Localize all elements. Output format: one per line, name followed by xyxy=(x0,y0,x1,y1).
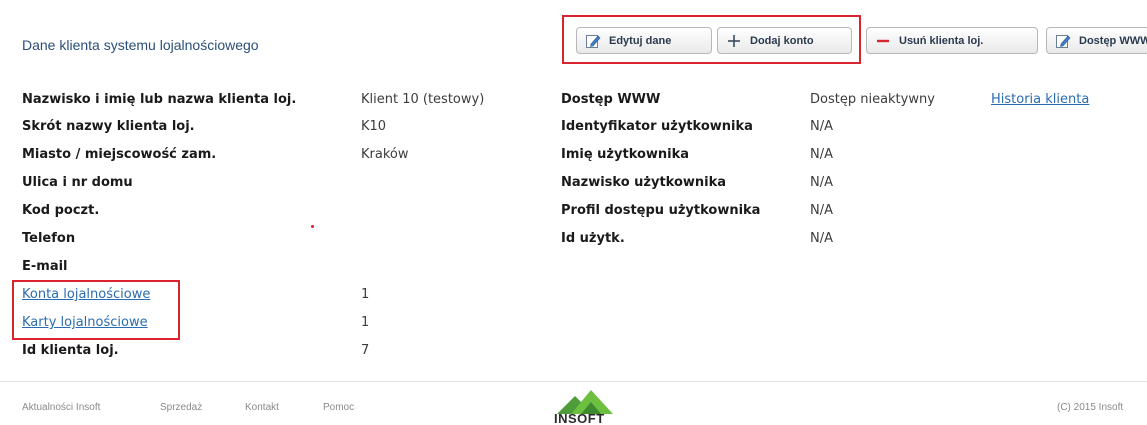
edit-data-label: Edytuj dane xyxy=(609,34,672,47)
client-email-label: E-mail xyxy=(22,259,68,274)
client-name-label: Nazwisko i imię lub nazwa klienta loj. xyxy=(22,92,297,107)
client-short-label: Skrót nazwy klienta loj. xyxy=(22,119,195,134)
client-city-value: Kraków xyxy=(361,147,409,162)
footer-sales-link[interactable]: Sprzedaż xyxy=(160,402,202,413)
edit-data-button[interactable]: Edytuj dane xyxy=(576,27,712,54)
user-profile-value: N/A xyxy=(810,203,833,218)
insoft-logo-text: INSOFT xyxy=(554,411,605,425)
page-title: Dane klienta systemu lojalnościowego xyxy=(22,37,259,53)
user-id-value: N/A xyxy=(810,119,833,134)
client-id-value: 7 xyxy=(361,343,370,358)
www-access-button[interactable]: Dostęp WWW xyxy=(1046,27,1147,54)
copyright-text: (C) 2015 Insoft xyxy=(1057,402,1124,413)
loyalty-accounts-count: 1 xyxy=(361,287,370,302)
user-uid-value: N/A xyxy=(810,231,833,246)
delete-client-button[interactable]: Usuń klienta loj. xyxy=(866,27,1038,54)
footer-help-link[interactable]: Pomoc xyxy=(323,402,354,413)
client-postal-label: Kod poczt. xyxy=(22,203,100,218)
client-phone-label: Telefon xyxy=(22,231,76,246)
client-street-label: Ulica i nr domu xyxy=(22,175,133,190)
stray-dot xyxy=(311,225,314,228)
loyalty-cards-count: 1 xyxy=(361,315,370,330)
client-name-value: Klient 10 (testowy) xyxy=(361,92,485,107)
user-first-name-value: N/A xyxy=(810,147,833,162)
client-history-link[interactable]: Historia klienta xyxy=(991,92,1089,107)
minus-icon xyxy=(875,33,891,49)
client-details-page: Dane klienta systemu lojalnościowego Edy… xyxy=(0,0,1147,425)
add-account-button[interactable]: Dodaj konto xyxy=(717,27,852,54)
delete-client-label: Usuń klienta loj. xyxy=(899,34,984,47)
loyalty-cards-link[interactable]: Karty lojalnościowe xyxy=(22,315,148,330)
user-id-label: Identyfikator użytkownika xyxy=(561,119,753,134)
footer-divider xyxy=(0,381,1147,382)
plus-icon xyxy=(726,33,742,49)
client-id-label: Id klienta loj. xyxy=(22,343,119,358)
edit-icon xyxy=(585,33,601,49)
www-access-value: Dostęp nieaktywny xyxy=(810,92,935,107)
footer-contact-link[interactable]: Kontakt xyxy=(245,402,279,413)
footer-news-link[interactable]: Aktualności Insoft xyxy=(22,402,100,413)
loyalty-accounts-link[interactable]: Konta lojalnościowe xyxy=(22,287,150,302)
www-access-field-label: Dostęp WWW xyxy=(561,92,661,107)
www-access-label: Dostęp WWW xyxy=(1079,34,1147,47)
user-first-name-label: Imię użytkownika xyxy=(561,147,690,162)
add-account-label: Dodaj konto xyxy=(750,34,814,47)
user-last-name-value: N/A xyxy=(810,175,833,190)
client-city-label: Miasto / miejscowość zam. xyxy=(22,147,217,162)
edit-icon xyxy=(1055,33,1071,49)
user-uid-label: Id użytk. xyxy=(561,231,625,246)
client-short-value: K10 xyxy=(361,119,387,134)
user-profile-label: Profil dostępu użytkownika xyxy=(561,203,761,218)
user-last-name-label: Nazwisko użytkownika xyxy=(561,175,727,190)
